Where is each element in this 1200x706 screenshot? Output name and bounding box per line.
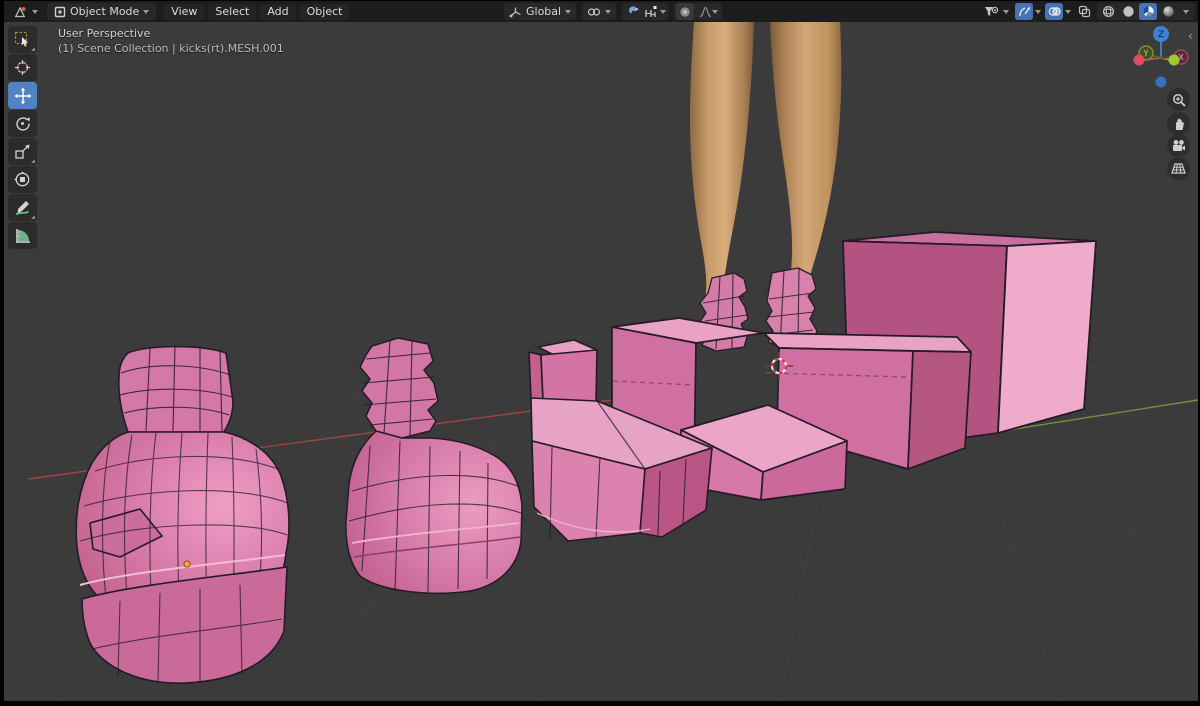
object-origin-dot bbox=[184, 561, 190, 567]
gizmo-y-label: Y bbox=[1143, 49, 1149, 58]
tool-move[interactable] bbox=[8, 82, 37, 109]
tool-cursor[interactable] bbox=[8, 54, 37, 81]
select-box-icon bbox=[14, 31, 31, 48]
orientation-label: Global bbox=[526, 5, 561, 18]
show-overlays-icon bbox=[1048, 5, 1061, 18]
header-right-group bbox=[982, 1, 1195, 22]
proportional-editing-icon bbox=[679, 6, 691, 18]
chevron-down-icon[interactable] bbox=[1065, 10, 1071, 14]
solid-shading-button[interactable] bbox=[1119, 3, 1137, 20]
tool-shelf bbox=[8, 26, 38, 249]
material-preview-shading-button[interactable] bbox=[1139, 3, 1157, 20]
shading-mode-group bbox=[1097, 3, 1195, 20]
active-object-breadcrumb: (1) Scene Collection | kicks(rt).MESH.00… bbox=[58, 42, 284, 55]
rotate-tool-icon bbox=[14, 115, 31, 132]
snap-target-dropdown[interactable] bbox=[644, 3, 666, 20]
wireframe-shading-button[interactable] bbox=[1099, 3, 1117, 20]
chevron-down-icon bbox=[143, 10, 149, 14]
chevron-down-icon bbox=[660, 10, 666, 14]
camera-view-button[interactable] bbox=[1167, 134, 1190, 157]
toggle-perspective-button[interactable] bbox=[1167, 157, 1190, 180]
menu-add[interactable]: Add bbox=[260, 4, 295, 20]
editor-type-dropdown[interactable] bbox=[8, 3, 43, 20]
show-gizmos-toggle[interactable] bbox=[1015, 3, 1033, 20]
snap-toggle-button[interactable] bbox=[624, 3, 642, 20]
chevron-down-icon bbox=[1183, 10, 1189, 14]
rendered-shading-icon bbox=[1162, 5, 1175, 18]
global-orientation-icon bbox=[509, 6, 522, 18]
show-gizmos-icon bbox=[1018, 5, 1031, 18]
gizmo-neg-y-ball[interactable] bbox=[1169, 55, 1180, 66]
show-overlays-toggle[interactable] bbox=[1045, 3, 1063, 20]
subtool-indicator bbox=[31, 47, 35, 51]
editor-type-3d-viewport-icon bbox=[13, 5, 28, 19]
object-mode-icon bbox=[54, 6, 66, 18]
measure-tool-icon bbox=[14, 227, 31, 244]
tool-select-box[interactable] bbox=[8, 26, 37, 53]
pivot-point-dropdown[interactable] bbox=[582, 3, 616, 20]
chevron-down-icon bbox=[32, 10, 38, 14]
gizmo-z-label: Z bbox=[1158, 30, 1164, 40]
falloff-curve-icon bbox=[699, 6, 712, 18]
zoom-magnifier-icon bbox=[1172, 93, 1186, 107]
menu-select[interactable]: Select bbox=[208, 4, 256, 20]
chevron-down-icon bbox=[605, 10, 611, 14]
header-center-group: Global bbox=[504, 1, 722, 22]
navigation-gizmo[interactable]: Z Y X bbox=[1120, 22, 1196, 98]
pan-hand-icon bbox=[1172, 117, 1186, 131]
camera-icon bbox=[1171, 139, 1186, 152]
chevron-down-icon bbox=[565, 10, 571, 14]
pivot-point-icon bbox=[587, 6, 601, 18]
toggle-xray-icon bbox=[1078, 5, 1091, 18]
subtool-indicator bbox=[31, 215, 35, 219]
tool-rotate[interactable] bbox=[8, 110, 37, 137]
chevron-down-icon[interactable] bbox=[1035, 10, 1041, 14]
view-perspective-label: User Perspective bbox=[58, 27, 150, 40]
pan-view-button[interactable] bbox=[1167, 112, 1190, 135]
move-tool-icon bbox=[14, 87, 32, 105]
transform-orientation-dropdown[interactable]: Global bbox=[504, 3, 576, 20]
chevron-down-icon bbox=[1003, 10, 1009, 14]
snap-magnet-icon bbox=[627, 5, 640, 18]
header-left-group: Object Mode View Select Add Object bbox=[8, 1, 349, 22]
shading-dropdown[interactable] bbox=[1179, 3, 1193, 20]
transform-tool-icon bbox=[14, 171, 31, 188]
zoom-view-button[interactable] bbox=[1167, 88, 1190, 111]
material-preview-shading-icon bbox=[1142, 5, 1155, 18]
tool-annotate[interactable] bbox=[8, 194, 37, 221]
tool-scale[interactable] bbox=[8, 138, 37, 165]
toggle-xray-button[interactable] bbox=[1075, 3, 1093, 20]
proportional-editing-group bbox=[674, 3, 722, 20]
scale-tool-icon bbox=[14, 143, 31, 160]
annotate-tool-icon bbox=[14, 199, 31, 216]
perspective-grid-icon bbox=[1171, 162, 1186, 175]
viewport-header: Object Mode View Select Add Object Globa… bbox=[4, 1, 1198, 22]
mode-selector-dropdown[interactable]: Object Mode bbox=[47, 3, 156, 20]
cursor-tool-icon bbox=[14, 59, 31, 76]
wireframe-shading-icon bbox=[1102, 5, 1115, 18]
gizmo-neg-x-ball[interactable] bbox=[1134, 55, 1145, 66]
menu-object[interactable]: Object bbox=[300, 4, 350, 20]
blender-window: Object Mode View Select Add Object Globa… bbox=[4, 1, 1198, 701]
menu-view[interactable]: View bbox=[164, 4, 204, 20]
gizmo-neg-z-ball[interactable] bbox=[1156, 77, 1167, 88]
object-type-visibility-icon bbox=[984, 5, 999, 18]
mode-label: Object Mode bbox=[70, 5, 139, 18]
proportional-editing-toggle[interactable] bbox=[676, 3, 694, 20]
rendered-shading-button[interactable] bbox=[1159, 3, 1177, 20]
tool-measure[interactable] bbox=[8, 222, 37, 249]
solid-shading-icon bbox=[1122, 5, 1135, 18]
snapping-group bbox=[622, 3, 668, 20]
subtool-indicator bbox=[31, 159, 35, 163]
tool-transform[interactable] bbox=[8, 166, 37, 193]
snap-increment-icon bbox=[644, 5, 660, 19]
object-type-visibility-dropdown[interactable] bbox=[982, 3, 1011, 20]
viewport-canvas[interactable] bbox=[4, 22, 1198, 701]
proportional-falloff-dropdown[interactable] bbox=[696, 3, 720, 20]
chevron-down-icon bbox=[712, 10, 718, 14]
